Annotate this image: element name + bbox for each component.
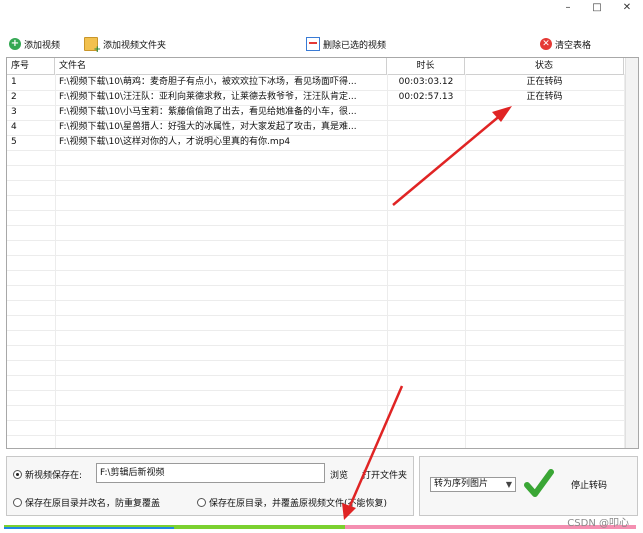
maximize-button[interactable]: □ [589,2,605,14]
header-index[interactable]: 序号 [7,58,55,74]
header-duration[interactable]: 时长 [387,58,465,74]
row-duration: 00:02:57.13 [398,92,454,102]
clear-icon: ✕ [540,38,552,50]
overwrite-label: 保存在原目录，并覆盖原视频文件(不能恢复) [209,499,388,509]
empty-row [7,405,624,421]
progress-underline [4,527,174,529]
empty-row [7,375,624,391]
empty-row [7,300,624,316]
row-status: 正在转码 [526,92,563,102]
save-new-location-radio[interactable]: 新视频保存在: [13,468,82,481]
chevron-down-icon: ▼ [505,480,512,489]
empty-row [7,255,624,271]
vertical-scrollbar[interactable] [625,58,638,448]
row-filename: F:\视频下载\10\星兽猎人：好强大的冰属性，对大家发起了攻击，真是难... [59,122,357,132]
convert-panel: 转为序列图片 ▼ 停止转码 [419,456,638,516]
clear-table-label: 清空表格 [555,40,592,51]
browse-button[interactable]: 浏览 [330,468,348,481]
empty-row [7,240,624,256]
add-icon: + [9,38,21,50]
row-filename: F:\视频下载\10\萌鸡：麦奇胆子有点小，被欢欢拉下冰场，看见场面吓得... [59,77,357,87]
delete-selected-label: 删除已选的视频 [323,40,387,51]
empty-row [7,420,624,436]
delete-selected-button[interactable]: 删除已选的视频 [306,36,386,52]
empty-row [7,345,624,361]
radio-selected-icon [13,470,22,479]
empty-row [7,195,624,211]
add-folder-button[interactable]: 添加视频文件夹 [84,36,167,55]
add-video-button[interactable]: + 添加视频 [9,36,60,52]
row-filename: F:\视频下载\10\汪汪队：亚利向莱德求救，让莱德去救爷爷，汪汪队肯定... [59,92,357,102]
row-filename: F:\视频下载\10\这样对你的人，才说明心里真的有你.mp4 [59,137,291,147]
convert-mode-value: 转为序列图片 [434,479,489,489]
watermark: CSDN @叩心 [567,518,629,529]
row-index: 4 [11,122,17,132]
stop-convert-button[interactable] [524,465,554,503]
empty-row [7,315,624,331]
header-filename[interactable]: 文件名 [55,58,387,74]
empty-row [7,330,624,346]
file-table[interactable]: 序号 文件名 时长 状态 1 F:\视频下载\10\萌鸡：麦奇胆子有点小，被欢欢… [6,57,639,449]
empty-row [7,435,624,448]
row-duration [387,105,465,120]
header-status[interactable]: 状态 [465,58,624,74]
stop-convert-label[interactable]: 停止转码 [571,478,607,491]
row-index: 1 [11,77,17,87]
row-duration: 00:03:03.12 [398,77,454,87]
empty-row [7,150,624,166]
row-filename: F:\视频下载\10\小马宝莉：紫藤偷偷跑了出去，看见给她准备的小车，很... [59,107,357,117]
checkmark-icon [524,469,554,497]
radio-icon [197,498,206,507]
output-path-field[interactable]: F:\剪辑后新视频 [96,463,325,483]
open-folder-button[interactable]: 打开文件夹 [362,468,407,481]
table-row[interactable]: 5 F:\视频下载\10\这样对你的人，才说明心里真的有你.mp4 [7,135,624,151]
table-row[interactable]: 3 F:\视频下载\10\小马宝莉：紫藤偷偷跑了出去，看见给她准备的小车，很..… [7,105,624,121]
close-button[interactable]: ✕ [619,2,635,14]
minimize-button[interactable]: – [560,2,576,14]
empty-row [7,225,624,241]
table-row[interactable]: 1 F:\视频下载\10\萌鸡：麦奇胆子有点小，被欢欢拉下冰场，看见场面吓得..… [7,75,624,91]
toolbar: + 添加视频 添加视频文件夹 删除已选的视频 ✕ 清空表格 [0,36,643,55]
empty-row [7,165,624,181]
row-index: 2 [11,92,17,102]
row-duration [387,120,465,135]
row-status [465,135,624,150]
table-header: 序号 文件名 时长 状态 [7,58,624,75]
empty-row [7,210,624,226]
keep-rename-label: 保存在原目录并改名，防重复覆盖 [25,499,161,509]
progress-bar [4,525,636,529]
keep-rename-radio[interactable]: 保存在原目录并改名，防重复覆盖 [13,496,160,509]
empty-row [7,270,624,286]
row-index: 3 [11,107,17,117]
add-video-label: 添加视频 [24,40,61,51]
add-folder-label: 添加视频文件夹 [103,40,167,51]
convert-mode-select[interactable]: 转为序列图片 ▼ [430,477,516,492]
row-status [465,105,624,120]
empty-row [7,360,624,376]
row-status: 正在转码 [526,77,563,87]
table-row[interactable]: 4 F:\视频下载\10\星兽猎人：好强大的冰属性，对大家发起了攻击，真是难..… [7,120,624,136]
radio-icon [13,498,22,507]
folder-add-icon [84,37,101,55]
output-options-panel: 新视频保存在: F:\剪辑后新视频 浏览 打开文件夹 保存在原目录并改名，防重复… [6,456,414,516]
row-index: 5 [11,137,17,147]
row-status [465,120,624,135]
delete-list-icon [306,37,320,51]
overwrite-radio[interactable]: 保存在原目录，并覆盖原视频文件(不能恢复) [197,496,387,509]
table-row[interactable]: 2 F:\视频下载\10\汪汪队：亚利向莱德求救，让莱德去救爷爷，汪汪队肯定..… [7,90,624,106]
empty-row [7,390,624,406]
save-new-location-label: 新视频保存在: [25,471,83,481]
clear-table-button[interactable]: ✕ 清空表格 [540,36,591,52]
empty-row [7,285,624,301]
empty-row [7,180,624,196]
row-duration [387,135,465,150]
